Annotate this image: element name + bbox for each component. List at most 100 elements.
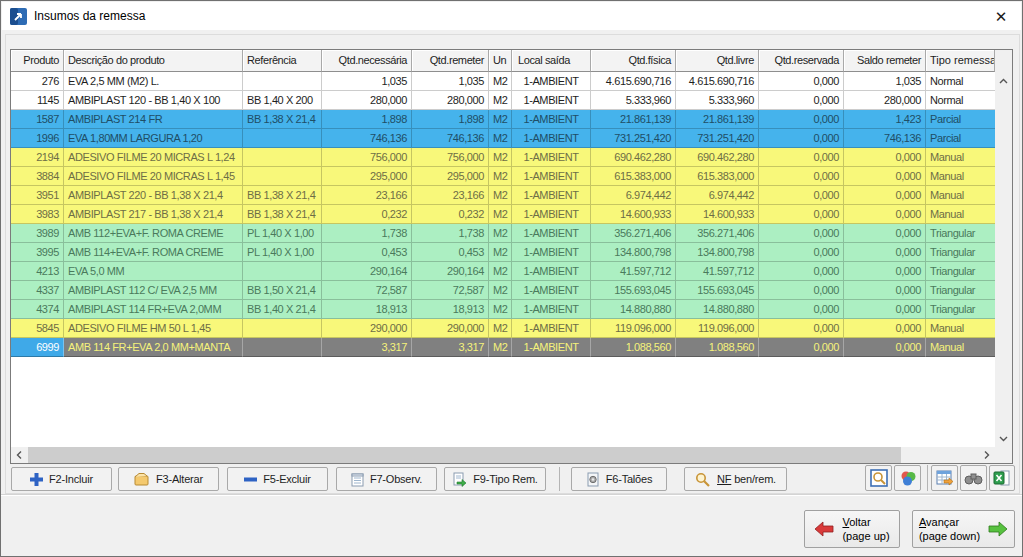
table-row[interactable]: 2194 ADESIVO FILME 20 MICRAS L 1,24 756,… xyxy=(11,148,1013,167)
scroll-left-icon[interactable] xyxy=(11,447,28,463)
cell-qtdrem[interactable]: 1,898 xyxy=(412,110,489,129)
cell-qtdrem[interactable]: 0,232 xyxy=(412,205,489,224)
cell-un[interactable]: M2 xyxy=(489,300,512,319)
cell-local[interactable]: 1-AMBIENT xyxy=(512,148,591,167)
cell-saldo[interactable]: 0,000 xyxy=(844,243,926,262)
column-header-un[interactable]: Un xyxy=(489,50,512,72)
column-header-qtdnec[interactable]: Qtd.necessária xyxy=(322,50,412,72)
table-row[interactable]: 1996 EVA 1,80MM LARGURA 1,20 746,136 746… xyxy=(11,129,1013,148)
cell-qtdrem[interactable]: 280,000 xyxy=(412,91,489,110)
cell-local[interactable]: 1-AMBIENT xyxy=(512,224,591,243)
cell-descricao[interactable]: ADESIVO FILME HM 50 L 1,45 xyxy=(64,319,243,338)
cell-qtdnec[interactable]: 290,000 xyxy=(322,319,412,338)
cell-fisica[interactable]: 14.600,933 xyxy=(591,205,676,224)
cell-qtdnec[interactable]: 746,136 xyxy=(322,129,412,148)
cell-saldo[interactable]: 746,136 xyxy=(844,129,926,148)
cell-local[interactable]: 1-AMBIENT xyxy=(512,281,591,300)
cell-produto[interactable]: 3989 xyxy=(11,224,64,243)
table-row[interactable]: 1587 AMBIPLAST 214 FR BB 1,38 X 21,4 1,8… xyxy=(11,110,1013,129)
cell-qtdnec[interactable]: 72,587 xyxy=(322,281,412,300)
column-header-tipo[interactable]: Tipo remessa xyxy=(926,50,995,72)
cell-qtdrem[interactable]: 756,000 xyxy=(412,148,489,167)
cell-referencia[interactable] xyxy=(243,319,322,338)
table-row[interactable]: 276 EVA 2,5 MM (M2) L. 1,035 1,035 M2 1-… xyxy=(11,72,1013,91)
table-row[interactable]: 4337 AMBIPLAST 112 C/ EVA 2,5 MM BB 1,50… xyxy=(11,281,1013,300)
cell-un[interactable]: M2 xyxy=(489,129,512,148)
cell-produto[interactable]: 4213 xyxy=(11,262,64,281)
table-row[interactable]: 3884 ADESIVO FILME 20 MICRAS L 1,45 295,… xyxy=(11,167,1013,186)
cell-qtdrem[interactable]: 1,738 xyxy=(412,224,489,243)
cell-qtdnec[interactable]: 290,164 xyxy=(322,262,412,281)
table-row[interactable]: 4213 EVA 5,0 MM 290,164 290,164 M2 1-AMB… xyxy=(11,262,1013,281)
cell-livre[interactable]: 134.800,798 xyxy=(676,243,759,262)
cell-descricao[interactable]: AMBIPLAST 220 - BB 1,38 X 21,4 xyxy=(64,186,243,205)
cell-reservada[interactable]: 0,000 xyxy=(759,243,844,262)
cell-un[interactable]: M2 xyxy=(489,262,512,281)
vertical-scrollbar[interactable] xyxy=(995,50,1012,447)
cell-saldo[interactable]: 0,000 xyxy=(844,167,926,186)
cell-descricao[interactable]: EVA 1,80MM LARGURA 1,20 xyxy=(64,129,243,148)
cell-livre[interactable]: 4.615.690,716 xyxy=(676,72,759,91)
cell-saldo[interactable]: 0,000 xyxy=(844,224,926,243)
cell-qtdrem[interactable]: 72,587 xyxy=(412,281,489,300)
cell-qtdnec[interactable]: 23,166 xyxy=(322,186,412,205)
cell-descricao[interactable]: ADESIVO FILME 20 MICRAS L 1,24 xyxy=(64,148,243,167)
cell-qtdrem[interactable]: 1,035 xyxy=(412,72,489,91)
cell-referencia[interactable] xyxy=(243,148,322,167)
cell-qtdrem[interactable]: 290,000 xyxy=(412,319,489,338)
cell-produto[interactable]: 3995 xyxy=(11,243,64,262)
cell-local[interactable]: 1-AMBIENT xyxy=(512,338,591,357)
cell-livre[interactable]: 21.861,139 xyxy=(676,110,759,129)
cell-produto[interactable]: 1145 xyxy=(11,91,64,110)
cell-saldo[interactable]: 0,000 xyxy=(844,319,926,338)
column-header-referencia[interactable]: Referência xyxy=(243,50,322,72)
cell-fisica[interactable]: 155.693,045 xyxy=(591,281,676,300)
cell-qtdrem[interactable]: 18,913 xyxy=(412,300,489,319)
cell-reservada[interactable]: 0,000 xyxy=(759,224,844,243)
f2-incluir-button[interactable]: F2-Incluir xyxy=(11,467,112,491)
cell-qtdnec[interactable]: 280,000 xyxy=(322,91,412,110)
nf-ben-rem-button[interactable]: NF ben/rem. xyxy=(684,467,787,491)
f9-tipo-rem-button[interactable]: F9-Tipo Rem. xyxy=(444,467,546,491)
cell-saldo[interactable]: 0,000 xyxy=(844,186,926,205)
column-header-fisica[interactable]: Qtd.física xyxy=(591,50,676,72)
f3-alterar-button[interactable]: F3-Alterar xyxy=(118,467,219,491)
table-row[interactable]: 5845 ADESIVO FILME HM 50 L 1,45 290,000 … xyxy=(11,319,1013,338)
column-header-saldo[interactable]: Saldo remeter xyxy=(844,50,926,72)
f5-excluir-button[interactable]: F5-Excluir xyxy=(227,467,328,491)
cell-reservada[interactable]: 0,000 xyxy=(759,338,844,357)
cell-local[interactable]: 1-AMBIENT xyxy=(512,91,591,110)
cell-un[interactable]: M2 xyxy=(489,72,512,91)
cell-qtdnec[interactable]: 1,898 xyxy=(322,110,412,129)
cell-reservada[interactable]: 0,000 xyxy=(759,129,844,148)
cell-descricao[interactable]: AMB 112+EVA+F. ROMA CREME xyxy=(64,224,243,243)
column-header-livre[interactable]: Qtd.livre xyxy=(676,50,759,72)
cell-produto[interactable]: 4374 xyxy=(11,300,64,319)
table-row[interactable]: 3983 AMBIPLAST 217 - BB 1,38 X 21,4 BB 1… xyxy=(11,205,1013,224)
cell-descricao[interactable]: ADESIVO FILME 20 MICRAS L 1,45 xyxy=(64,167,243,186)
cell-local[interactable]: 1-AMBIENT xyxy=(512,205,591,224)
cell-qtdrem[interactable]: 295,000 xyxy=(412,167,489,186)
cell-referencia[interactable] xyxy=(243,129,322,148)
cell-descricao[interactable]: EVA 2,5 MM (M2) L. xyxy=(64,72,243,91)
cell-reservada[interactable]: 0,000 xyxy=(759,72,844,91)
cell-livre[interactable]: 6.974,442 xyxy=(676,186,759,205)
grid-export-button[interactable] xyxy=(931,465,958,491)
scroll-up-icon[interactable] xyxy=(995,73,1012,90)
cell-saldo[interactable]: 1,423 xyxy=(844,110,926,129)
cell-descricao[interactable]: AMBIPLAST 214 FR xyxy=(64,110,243,129)
cell-fisica[interactable]: 41.597,712 xyxy=(591,262,676,281)
cell-referencia[interactable]: BB 1,38 X 21,4 xyxy=(243,186,322,205)
cell-un[interactable]: M2 xyxy=(489,205,512,224)
cell-referencia[interactable]: PL 1,40 X 1,00 xyxy=(243,243,322,262)
cell-un[interactable]: M2 xyxy=(489,167,512,186)
cell-livre[interactable]: 119.096,000 xyxy=(676,319,759,338)
cell-saldo[interactable]: 0,000 xyxy=(844,205,926,224)
cell-referencia[interactable] xyxy=(243,72,322,91)
cell-produto[interactable]: 1587 xyxy=(11,110,64,129)
avancar-button[interactable]: Avançar (page down) xyxy=(912,510,1015,548)
cell-fisica[interactable]: 615.383,000 xyxy=(591,167,676,186)
cell-reservada[interactable]: 0,000 xyxy=(759,262,844,281)
cell-un[interactable]: M2 xyxy=(489,319,512,338)
cell-fisica[interactable]: 14.880,880 xyxy=(591,300,676,319)
